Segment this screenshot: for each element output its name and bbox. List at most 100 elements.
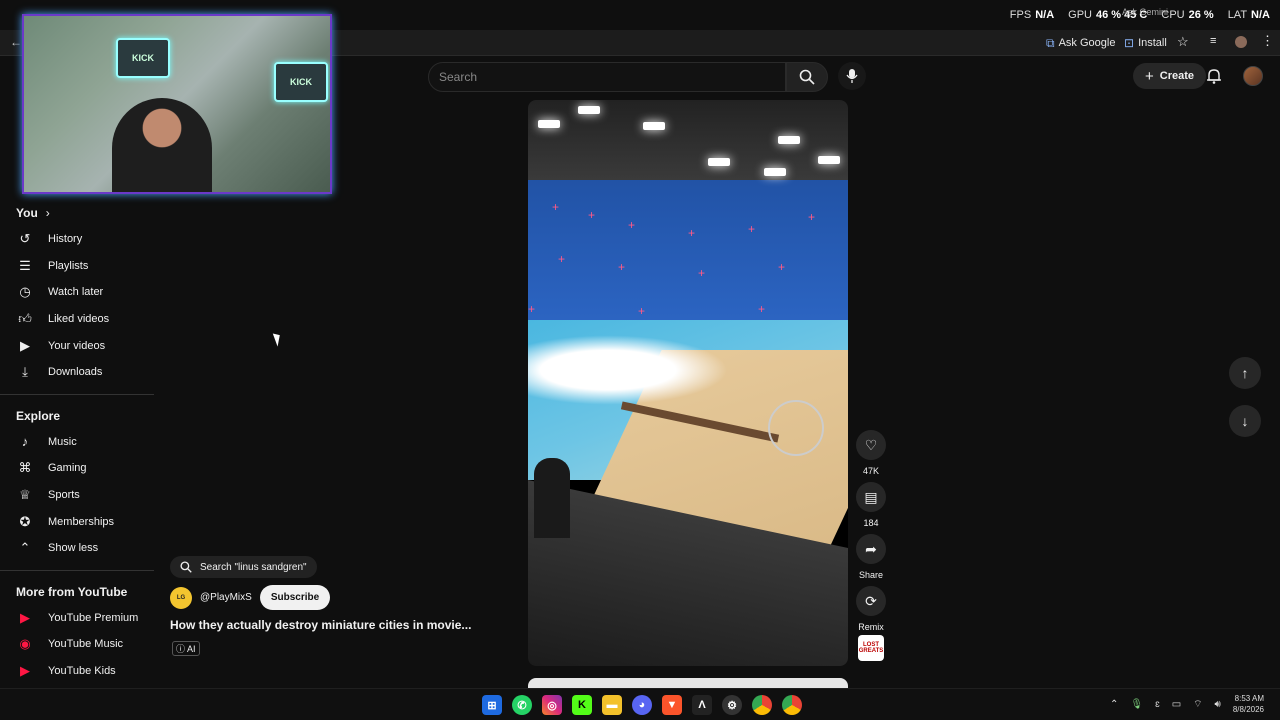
ceiling-light: [643, 122, 665, 130]
account-avatar[interactable]: [1243, 66, 1263, 86]
like-count: 47K: [862, 466, 879, 476]
like-icon[interactable]: ♡: [856, 430, 886, 460]
previous-short-button[interactable]: ↑: [1229, 357, 1261, 389]
kick-sign: KICK: [274, 62, 328, 102]
remix-icon[interactable]: ⟳: [856, 586, 886, 616]
mic-icon: [846, 69, 858, 83]
clock[interactable]: 8:53 AM 8/8/2026: [1233, 693, 1264, 715]
ask-google-label: Ask Google: [1058, 37, 1116, 49]
search-button[interactable]: [786, 62, 828, 92]
media-control-icon[interactable]: ≡: [1210, 35, 1216, 47]
search-input[interactable]: Search: [428, 62, 786, 92]
sidebar-item-memberships[interactable]: ✪ Memberships: [0, 508, 154, 535]
menu-dots-icon[interactable]: ⋮: [1261, 33, 1274, 49]
create-button[interactable]: + Create: [1133, 63, 1207, 89]
system-tray: ⌃ 🎙︎ ɛ ▭ ⌔ 🔊︎ 8:53 AM 8/8/2026: [1110, 693, 1264, 715]
ceiling-light: [538, 120, 560, 128]
sidebar-item-youtube-music[interactable]: ◉ YouTube Music: [0, 631, 154, 658]
comment-icon[interactable]: ▤: [856, 482, 886, 512]
ferris-wheel: [768, 400, 824, 456]
ceiling-light: [578, 106, 600, 114]
ask-google-button[interactable]: ⧉ Ask Google: [1046, 34, 1115, 52]
sidebar-item-downloads[interactable]: ⤓ Downloads: [0, 359, 154, 386]
youtube-music-icon: ◉: [19, 636, 31, 652]
mic-icon[interactable]: 🎙︎: [1130, 699, 1143, 710]
plus-icon: +: [1145, 67, 1154, 85]
file-explorer-icon[interactable]: ▬: [602, 695, 622, 715]
chrome-profile-icon[interactable]: [782, 695, 802, 715]
memberships-icon: ✪: [19, 513, 31, 529]
ceiling-light: [764, 168, 786, 176]
install-icon: ⊡: [1124, 36, 1135, 50]
related-search-chip[interactable]: Search "linus sandgren": [170, 556, 317, 578]
tracking-marker: +: [778, 260, 786, 274]
discord-icon[interactable]: ◕: [632, 695, 652, 715]
sidebar-item-sports[interactable]: ♕ Sports: [0, 482, 154, 509]
like-action[interactable]: ♡ 47K: [856, 430, 886, 476]
sidebar-item-liked-videos[interactable]: 👍︎ Liked videos: [0, 306, 154, 333]
instagram-icon[interactable]: ◎: [542, 695, 562, 715]
comment-count: 184: [863, 518, 879, 528]
tracking-marker: +: [528, 302, 536, 316]
remix-action[interactable]: ⟳ Remix: [856, 586, 886, 632]
sidebar-item-watch-later[interactable]: ◷ Watch later: [0, 279, 154, 306]
notifications-button[interactable]: [1204, 66, 1224, 86]
chevron-up-icon[interactable]: ⌃: [1110, 699, 1118, 710]
thumbs-up-icon: 👍︎: [18, 311, 32, 327]
sidebar-item-history[interactable]: ↺ History: [0, 226, 154, 253]
sidebar-divider: [0, 569, 154, 571]
share-action[interactable]: ➦ Share: [856, 534, 886, 580]
voice-search-button[interactable]: [838, 62, 866, 90]
profile-icon[interactable]: [1235, 36, 1247, 48]
explore-section-title: Explore: [16, 408, 61, 423]
bookmark-star-icon[interactable]: ☆: [1177, 34, 1189, 50]
sidebar-item-label: Liked videos: [48, 313, 110, 326]
sidebar-item-label: Memberships: [48, 515, 115, 528]
share-icon[interactable]: ➦: [856, 534, 886, 564]
sidebar-item-playlists[interactable]: ☰ Playlists: [0, 253, 154, 280]
subscribe-button[interactable]: Subscribe: [259, 585, 331, 610]
sidebar-item-your-videos[interactable]: ▶ Your videos: [0, 332, 154, 359]
channel-handle[interactable]: @PlayMixS: [200, 592, 252, 603]
sidebar-item-label: Watch later: [48, 286, 104, 299]
volume-icon[interactable]: 🔊︎: [1215, 699, 1221, 710]
clock-date: 8/8/2026: [1232, 705, 1264, 714]
sound-channel-thumbnail[interactable]: LOST GREATS: [858, 635, 884, 661]
sidebar-item-show-less[interactable]: ⌃ Show less: [0, 535, 154, 562]
brave-icon[interactable]: ▼: [662, 695, 682, 715]
windows-start-icon[interactable]: ⊞: [482, 695, 502, 715]
next-short-button[interactable]: ↓: [1229, 405, 1261, 437]
sidebar-item-youtube-kids[interactable]: ▶ YouTube Kids: [0, 658, 154, 685]
kick-icon[interactable]: K: [572, 695, 592, 715]
back-arrow-icon[interactable]: ←: [10, 35, 22, 49]
whatsapp-icon[interactable]: ✆: [512, 695, 532, 715]
short-video-player[interactable]: + + + + + + + + + + + + +: [528, 100, 848, 666]
sidebar-item-music[interactable]: ♪ Music: [0, 429, 154, 456]
next-short-preview[interactable]: [528, 678, 848, 688]
sidebar-item-youtube-premium[interactable]: ▶ YouTube Premium: [0, 605, 154, 632]
you-section-title[interactable]: You ›: [0, 200, 154, 226]
sidebar-item-label: Playlists: [48, 259, 89, 272]
fps-stat: FPS N/A: [1009, 9, 1055, 21]
channel-avatar[interactable]: LG: [170, 586, 192, 609]
youtube-kids-icon: ▶: [20, 663, 30, 679]
remix-label: Remix: [858, 622, 884, 632]
sidebar-item-label: YouTube Music: [48, 638, 124, 651]
ask-gemini-button[interactable]: Ask Gemini: [1122, 7, 1168, 17]
steam-icon[interactable]: ⚙: [722, 695, 742, 715]
install-button[interactable]: ⊡ Install: [1124, 34, 1167, 52]
sidebar-item-gaming[interactable]: ⌘ Gaming: [0, 455, 154, 482]
windows-taskbar: ⊞ ✆ ◎ K ▬ ◕ ▼ Λ ⚙ ⌃ 🎙︎ ɛ ▭ ⌔ 🔊︎ 8:53 AM …: [0, 688, 1280, 720]
short-title[interactable]: How they actually destroy miniature citi…: [170, 618, 490, 632]
search-icon: [180, 561, 192, 573]
tracking-marker: +: [808, 210, 816, 224]
language-icon[interactable]: ɛ: [1155, 699, 1160, 710]
network-icon[interactable]: ▭: [1172, 699, 1181, 710]
comment-action[interactable]: ▤ 184: [856, 482, 886, 528]
wifi-icon[interactable]: ⌔: [1193, 698, 1202, 711]
app-icon[interactable]: Λ: [692, 695, 712, 715]
chrome-icon[interactable]: [752, 695, 772, 715]
tracking-marker: +: [758, 302, 766, 316]
music-icon: ♪: [21, 434, 29, 450]
sidebar: You › ↺ History ☰ Playlists ◷ Watch later 👍︎…: [0, 200, 154, 684]
